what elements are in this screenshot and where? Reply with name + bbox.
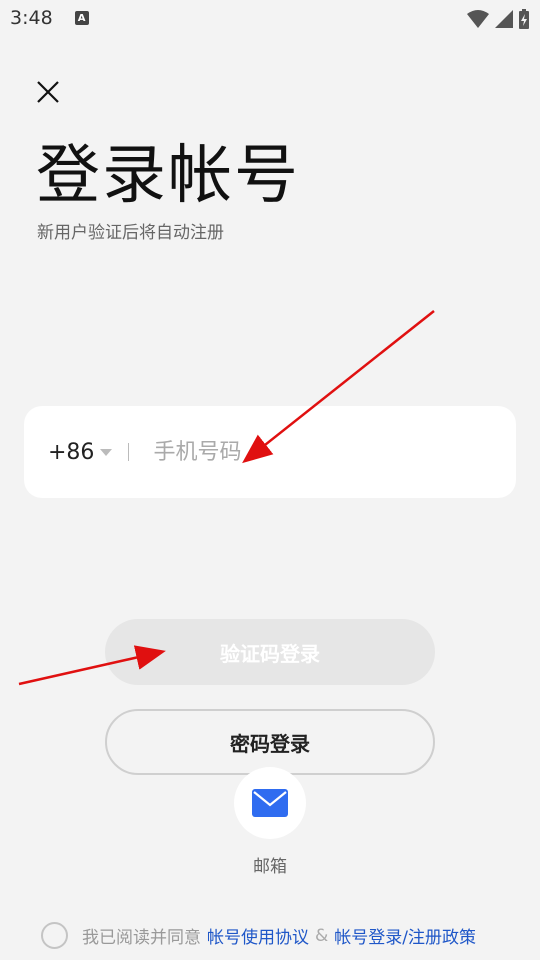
- phone-number-input[interactable]: [153, 439, 434, 465]
- status-icons: [466, 8, 530, 30]
- password-login-button[interactable]: 密码登录: [105, 709, 435, 775]
- country-code-selector[interactable]: +86: [48, 439, 113, 465]
- terms-link[interactable]: 帐号使用协议: [207, 923, 309, 948]
- notification-a-icon: A: [74, 11, 89, 25]
- policy-link[interactable]: 帐号登录/注册政策: [334, 923, 476, 948]
- agreement-row: 我已阅读并同意 帐号使用协议 & 帐号登录/注册政策: [41, 922, 476, 949]
- agreement-amp: &: [315, 925, 329, 946]
- page-title: 登录帐号: [36, 139, 300, 213]
- status-time: 3:48: [10, 7, 53, 29]
- agreement-prefix: 我已阅读并同意: [82, 928, 201, 948]
- mail-icon: [252, 789, 288, 817]
- status-bar: 3:48 A: [0, 0, 540, 36]
- close-icon: [37, 81, 59, 103]
- chevron-down-icon: [100, 448, 113, 456]
- page-subtitle: 新用户验证后将自动注册: [37, 223, 224, 243]
- email-login-button[interactable]: [234, 767, 306, 839]
- close-button[interactable]: [30, 74, 66, 110]
- wifi-icon: [467, 10, 489, 28]
- agreement-checkbox[interactable]: [41, 922, 68, 949]
- battery-charging-icon: [519, 9, 529, 29]
- email-label: 邮箱: [253, 857, 287, 877]
- phone-input-container: +86: [24, 406, 516, 498]
- code-login-button[interactable]: 验证码登录: [105, 619, 435, 685]
- country-code-label: +86: [48, 439, 95, 465]
- input-divider: [128, 443, 130, 461]
- signal-icon: [495, 10, 513, 28]
